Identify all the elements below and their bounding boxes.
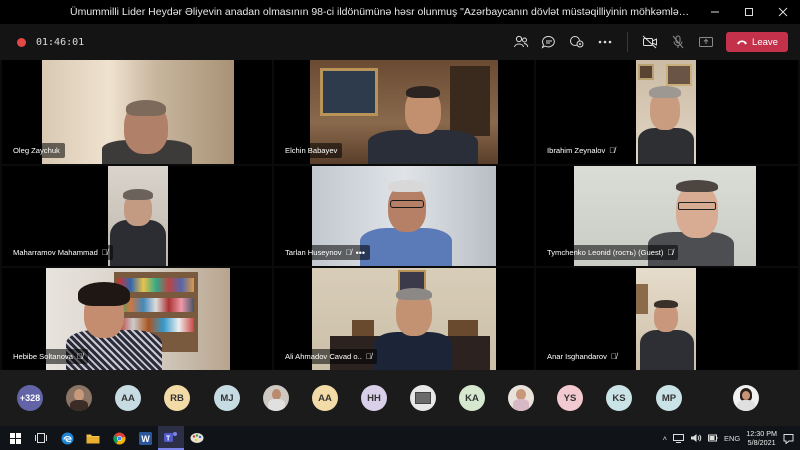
people-icon[interactable]: [507, 28, 535, 56]
participant-name: Tarlan Huseynov: [285, 248, 342, 257]
close-icon[interactable]: [766, 0, 800, 24]
participant-name: Tymchenko Leonid (гость) (Guest): [547, 248, 664, 257]
share-tray-icon[interactable]: [692, 28, 720, 56]
avatar[interactable]: HH: [361, 385, 387, 411]
video-tile[interactable]: Elchin Babayev: [274, 60, 534, 164]
avatar[interactable]: [66, 385, 92, 411]
more-options-icon[interactable]: [591, 28, 619, 56]
word-icon[interactable]: W: [132, 426, 158, 450]
meeting-toolbar: 01:46:01 Leave: [0, 24, 800, 60]
mic-muted-icon: 🎙̸: [667, 248, 674, 257]
volume-icon[interactable]: [690, 433, 702, 443]
svg-text:W: W: [141, 434, 150, 444]
participant-nametag: Hebibe Soltanova 🎙̸: [8, 349, 88, 364]
leave-button[interactable]: Leave: [726, 32, 788, 52]
more-attendees-badge[interactable]: +328: [17, 385, 43, 411]
task-view-icon[interactable]: [28, 426, 54, 450]
video-tile[interactable]: Anar Isghandarov 🎙̸: [536, 268, 798, 370]
battery-icon[interactable]: [707, 433, 718, 443]
participant-nametag: Tarlan Huseynov 🎙̸ •••: [280, 245, 371, 260]
mic-muted-icon: 🎙̸: [610, 352, 617, 361]
video-tile[interactable]: Hebibe Soltanova 🎙̸: [2, 268, 272, 370]
participant-nametag: Ali Ahmadov Cavad o.. 🎙̸: [280, 349, 377, 364]
mic-muted-icon[interactable]: [664, 28, 692, 56]
windows-taskbar: W T ˄ ENG 12:30 PM 5/8/2021: [0, 426, 800, 450]
attendee-strip: +328 AA RB MJ AA HH KA YS KS MP: [0, 370, 800, 426]
maximize-icon[interactable]: [732, 0, 766, 24]
video-tile[interactable]: Ali Ahmadov Cavad o.. 🎙̸: [274, 268, 534, 370]
video-grid: Oleg Zaychuk Elchin Babayev Ibrahim Zeyn…: [0, 60, 800, 370]
video-tile[interactable]: Tymchenko Leonid (гость) (Guest) 🎙̸: [536, 166, 798, 266]
title-bar: Ümummilli Lider Heydər Əliyevin anadan o…: [0, 0, 800, 24]
avatar[interactable]: [410, 385, 436, 411]
toolbar-divider: [627, 32, 628, 52]
meeting-timer: 01:46:01: [36, 36, 85, 48]
teams-meeting-window: Ümummilli Lider Heydər Əliyevin anadan o…: [0, 0, 800, 450]
chevron-up-icon[interactable]: ˄: [663, 434, 667, 443]
hang-up-icon: [737, 40, 748, 45]
recording-indicator-icon: [17, 37, 26, 47]
network-icon[interactable]: [672, 433, 684, 443]
participant-name: Hebibe Soltanova: [13, 352, 73, 361]
participant-nametag: Anar Isghandarov 🎙̸: [542, 349, 622, 364]
paint-icon[interactable]: [184, 426, 210, 450]
file-explorer-icon[interactable]: [80, 426, 106, 450]
raise-hand-icon[interactable]: [563, 28, 591, 56]
minimize-icon[interactable]: [698, 0, 732, 24]
avatar[interactable]: AA: [312, 385, 338, 411]
clock-time: 12:30 PM: [746, 429, 777, 438]
edge-icon[interactable]: [54, 426, 80, 450]
participant-name: Ibrahim Zeynalov: [547, 146, 606, 155]
participant-name: Anar Isghandarov: [547, 352, 607, 361]
teams-icon[interactable]: T: [158, 426, 184, 450]
mic-muted-icon: 🎙̸: [365, 352, 372, 361]
mic-muted-icon: 🎙̸: [609, 146, 616, 155]
avatar[interactable]: YS: [557, 385, 583, 411]
video-tile[interactable]: Oleg Zaychuk: [2, 60, 272, 164]
video-tile[interactable]: Ibrahim Zeynalov 🎙̸: [536, 60, 798, 164]
video-tile[interactable]: Tarlan Huseynov 🎙̸ •••: [274, 166, 534, 266]
chrome-icon[interactable]: [106, 426, 132, 450]
avatar[interactable]: [733, 385, 759, 411]
avatar[interactable]: [263, 385, 289, 411]
participant-video: [108, 166, 168, 266]
participant-video: [42, 60, 234, 164]
chat-icon[interactable]: [535, 28, 563, 56]
mic-muted-icon: 🎙̸: [345, 248, 352, 257]
windows-start-icon[interactable]: [2, 426, 28, 450]
avatar[interactable]: MP: [656, 385, 682, 411]
clock-date: 5/8/2021: [747, 438, 776, 447]
participant-name: Maharramov Mahammad: [13, 248, 98, 257]
participant-nametag: Elchin Babayev: [280, 143, 343, 158]
participant-name: Oleg Zaychuk: [13, 146, 60, 155]
system-tray: ˄ ENG 12:30 PM 5/8/2021: [663, 429, 800, 447]
avatar[interactable]: KA: [459, 385, 485, 411]
participant-nametag: Oleg Zaychuk: [8, 143, 65, 158]
participant-name: Ali Ahmadov Cavad o..: [285, 352, 362, 361]
participant-video: [636, 268, 696, 370]
leave-label: Leave: [752, 36, 778, 48]
video-tile[interactable]: Maharramov Mahammad 🎙̸: [2, 166, 272, 266]
participant-video: [636, 60, 696, 164]
svg-text:T: T: [166, 435, 171, 442]
mic-muted-icon: 🎙̸: [101, 248, 108, 257]
avatar[interactable]: [508, 385, 534, 411]
mic-muted-icon: 🎙̸: [76, 352, 83, 361]
more-options-icon[interactable]: •••: [356, 248, 365, 258]
avatar[interactable]: AA: [115, 385, 141, 411]
meeting-title: Ümummilli Lider Heydər Əliyevin anadan o…: [70, 6, 698, 18]
avatar[interactable]: RB: [164, 385, 190, 411]
avatar[interactable]: KS: [606, 385, 632, 411]
camera-off-icon[interactable]: [636, 28, 664, 56]
participant-nametag: Ibrahim Zeynalov 🎙̸: [542, 143, 621, 158]
avatar[interactable]: MJ: [214, 385, 240, 411]
participant-nametag: Maharramov Mahammad 🎙̸: [8, 245, 113, 260]
system-clock[interactable]: 12:30 PM 5/8/2021: [746, 429, 777, 447]
notifications-icon[interactable]: [783, 433, 794, 444]
participant-name: Elchin Babayev: [285, 146, 338, 155]
participant-nametag: Tymchenko Leonid (гость) (Guest) 🎙̸: [542, 245, 679, 260]
language-indicator[interactable]: ENG: [724, 434, 740, 443]
